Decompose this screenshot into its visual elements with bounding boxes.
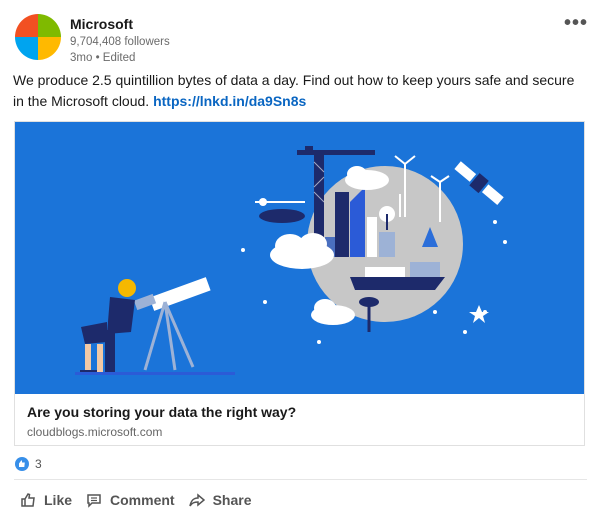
logo-yellow-square (38, 37, 61, 60)
post-header: Microsoft 9,704,408 followers 3mo • Edit… (15, 12, 590, 64)
comment-button[interactable]: Comment (86, 492, 175, 508)
actions-divider (14, 479, 587, 480)
logo-blue-square (15, 37, 38, 60)
comment-icon (87, 494, 101, 508)
card-title[interactable]: Are you storing your data the right way? (27, 404, 296, 420)
card-domain: cloudblogs.microsoft.com (27, 425, 163, 439)
more-options-icon[interactable]: ••• (564, 12, 588, 35)
card-illustration[interactable] (15, 122, 584, 394)
org-name[interactable]: Microsoft (70, 16, 133, 32)
like-button[interactable]: Like (20, 492, 72, 508)
comment-label: Comment (110, 492, 175, 508)
reactions-summary[interactable]: 3 (15, 456, 42, 472)
share-icon (188, 493, 205, 507)
like-reaction-icon (15, 457, 29, 471)
post-text-block: We produce 2.5 quintillion bytes of data… (13, 70, 588, 112)
action-bar: Like Comment Share (20, 488, 266, 512)
logo-green-square (38, 14, 61, 37)
link-card[interactable]: Are you storing your data the right way?… (14, 121, 585, 446)
logo-red-square (15, 14, 38, 37)
microsoft-logo[interactable] (15, 14, 61, 60)
like-label: Like (44, 492, 73, 508)
share-label: Share (212, 492, 252, 508)
reaction-count[interactable]: 3 (35, 457, 42, 471)
thumbs-up-icon (21, 493, 35, 507)
post-link[interactable]: https://lnkd.in/da9Sn8s (153, 93, 306, 109)
post-meta: 3mo • Edited (70, 52, 136, 64)
follower-count: 9,704,408 followers (70, 36, 170, 48)
share-button[interactable]: Share (188, 492, 252, 508)
